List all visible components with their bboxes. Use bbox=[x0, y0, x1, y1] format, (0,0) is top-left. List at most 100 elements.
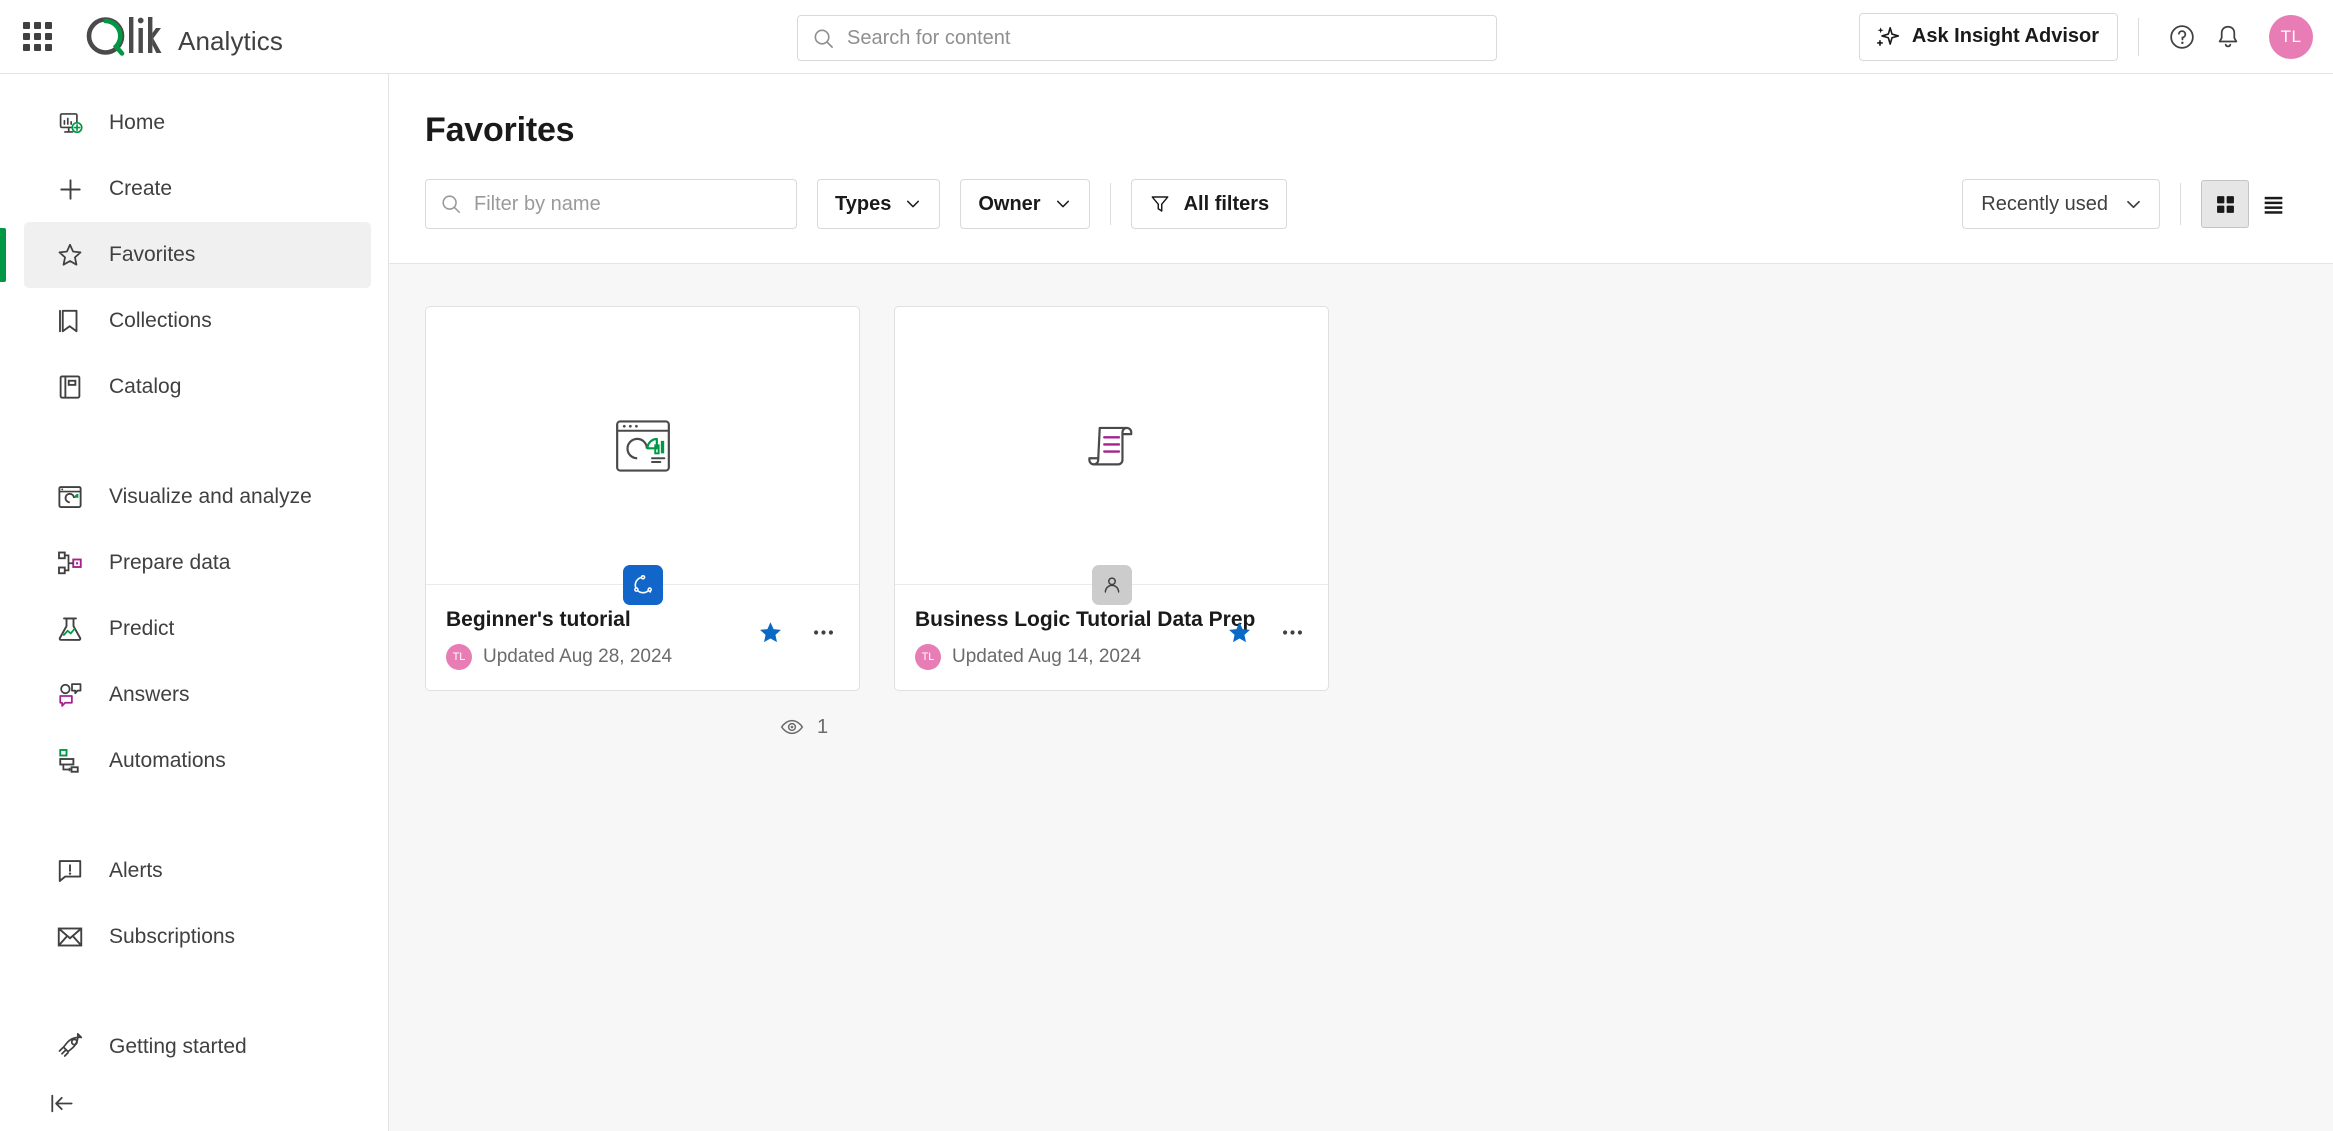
content-card[interactable]: Business Logic Tutorial Data Prep TL Upd… bbox=[894, 306, 1329, 692]
sidebar-item-label: Automations bbox=[109, 749, 226, 772]
card-actions bbox=[1226, 607, 1306, 646]
app-grid-icon[interactable] bbox=[14, 14, 60, 60]
sidebar-item-alerts[interactable]: Alerts bbox=[24, 838, 371, 904]
view-mode-toggle bbox=[2201, 180, 2297, 228]
sidebar-item-visualize-and-analyze[interactable]: Visualize and analyze bbox=[24, 464, 371, 530]
sidebar-nav-tools: Visualize and analyze Prepare data Predi… bbox=[0, 464, 388, 794]
sidebar-item-label: Create bbox=[109, 177, 173, 200]
page-title: Favorites bbox=[425, 111, 575, 149]
sidebar-item-label: Catalog bbox=[109, 375, 182, 398]
types-filter-button[interactable]: Types bbox=[817, 179, 941, 229]
sidebar-item-automations[interactable]: Automations bbox=[24, 728, 371, 794]
filter-by-name-box[interactable] bbox=[425, 179, 797, 229]
more-ellipsis-icon[interactable] bbox=[1279, 619, 1306, 646]
sort-dropdown-label: Recently used bbox=[1981, 192, 2108, 215]
qlik-app-badge-icon bbox=[622, 565, 663, 605]
ask-insight-advisor-label: Ask Insight Advisor bbox=[1911, 25, 2099, 47]
help-circle-icon[interactable] bbox=[2159, 14, 2205, 60]
page-body: Home Create Favorites Collections Catalo… bbox=[0, 74, 2333, 1131]
chart-window-icon bbox=[58, 486, 82, 508]
sidebar-item-label: Getting started bbox=[109, 1035, 247, 1058]
sidebar-item-label: Prepare data bbox=[109, 551, 231, 574]
list-view-icon[interactable] bbox=[2249, 180, 2297, 228]
user-avatar-initials: TL bbox=[2280, 26, 2302, 46]
view-count-indicator: 1 bbox=[780, 715, 2297, 739]
star-filled-icon[interactable] bbox=[1226, 619, 1253, 646]
sidebar-item-create[interactable]: Create bbox=[24, 156, 371, 222]
content-toolbar: Types Owner bbox=[389, 150, 2333, 263]
sidebar-item-label: Alerts bbox=[109, 859, 163, 882]
bookmark-icon bbox=[59, 309, 78, 333]
sidebar-item-label: Visualize and analyze bbox=[109, 485, 312, 508]
toolbar-divider bbox=[1109, 183, 1111, 225]
alert-bubble-icon bbox=[58, 860, 82, 882]
data-nodes-icon bbox=[58, 551, 82, 575]
person-badge-icon bbox=[1091, 565, 1132, 605]
owner-filter-button[interactable]: Owner bbox=[960, 179, 1090, 229]
global-search-input[interactable] bbox=[847, 26, 1482, 50]
catalog-book-icon bbox=[59, 375, 81, 399]
home-dashboard-icon bbox=[55, 108, 85, 138]
content-card[interactable]: Beginner's tutorial TL Updated Aug 28, 2… bbox=[425, 306, 860, 692]
sidebar-nav-help: Getting started bbox=[0, 1014, 388, 1080]
all-filters-button[interactable]: All filters bbox=[1130, 179, 1288, 229]
sidebar-footer bbox=[0, 1080, 388, 1131]
chevron-down-icon bbox=[907, 200, 920, 208]
content-area: Beginner's tutorial TL Updated Aug 28, 2… bbox=[389, 264, 2333, 1131]
toolbar-right-group: Recently used bbox=[1962, 179, 2297, 229]
sidebar-item-label: Subscriptions bbox=[109, 925, 236, 948]
card-updated-date: Updated Aug 28, 2024 bbox=[483, 646, 673, 668]
script-scroll-icon bbox=[1087, 426, 1132, 465]
sidebar-item-getting-started[interactable]: Getting started bbox=[24, 1014, 371, 1080]
owner-filter-label: Owner bbox=[978, 192, 1041, 215]
card-text-block: Business Logic Tutorial Data Prep TL Upd… bbox=[915, 607, 1255, 671]
types-filter-label: Types bbox=[835, 192, 892, 215]
sidebar-item-prepare-data[interactable]: Prepare data bbox=[24, 530, 371, 596]
global-search-box[interactable] bbox=[797, 15, 1497, 61]
main-header: Favorites Types bbox=[389, 74, 2333, 264]
qlik-logo-icon bbox=[86, 16, 162, 56]
card-owner-initials: TL bbox=[921, 651, 935, 664]
card-footer: Business Logic Tutorial Data Prep TL Upd… bbox=[895, 565, 1328, 690]
sidebar-item-predict[interactable]: Predict bbox=[24, 596, 371, 662]
global-search bbox=[797, 15, 1497, 61]
sidebar-item-catalog[interactable]: Catalog bbox=[24, 354, 371, 420]
bell-icon[interactable] bbox=[2205, 14, 2251, 60]
sidebar-item-answers[interactable]: Answers bbox=[24, 662, 371, 728]
star-filled-icon[interactable] bbox=[757, 619, 784, 646]
card-owner-avatar: TL bbox=[446, 644, 472, 671]
sidebar-nav-primary: Home Create Favorites Collections Catalo… bbox=[0, 90, 388, 420]
sort-dropdown[interactable]: Recently used bbox=[1962, 179, 2160, 229]
sidebar-item-favorites[interactable]: Favorites bbox=[0, 222, 371, 288]
favorites-card-grid: Beginner's tutorial TL Updated Aug 28, 2… bbox=[425, 306, 2297, 692]
collapse-panel-icon[interactable] bbox=[38, 1080, 84, 1126]
product-title: Analytics bbox=[178, 25, 283, 56]
sidebar-item-subscriptions[interactable]: Subscriptions bbox=[24, 904, 371, 970]
card-meta: TL Updated Aug 28, 2024 bbox=[446, 644, 743, 671]
funnel-icon bbox=[1151, 196, 1169, 212]
card-actions bbox=[757, 607, 837, 646]
card-updated-date: Updated Aug 14, 2024 bbox=[952, 646, 1142, 668]
card-owner-initials: TL bbox=[452, 651, 466, 664]
chevron-down-icon bbox=[2127, 200, 2140, 208]
sidebar-item-label: Collections bbox=[109, 309, 212, 332]
brand-logo[interactable]: Analytics bbox=[84, 14, 283, 60]
sidebar-item-home[interactable]: Home bbox=[24, 90, 371, 156]
ask-insight-advisor-button[interactable]: Ask Insight Advisor bbox=[1858, 12, 2118, 61]
card-meta: TL Updated Aug 14, 2024 bbox=[915, 644, 1212, 671]
card-thumbnail bbox=[426, 307, 859, 584]
sidebar-item-label: Home bbox=[109, 111, 166, 134]
chat-answers-icon bbox=[59, 683, 82, 707]
sidebar-item-collections[interactable]: Collections bbox=[24, 288, 371, 354]
left-sidebar: Home Create Favorites Collections Catalo… bbox=[0, 74, 389, 1131]
grid-view-icon[interactable] bbox=[2201, 180, 2249, 228]
sidebar-item-label: Favorites bbox=[109, 243, 196, 266]
card-text-block: Beginner's tutorial TL Updated Aug 28, 2… bbox=[446, 607, 743, 671]
search-icon bbox=[814, 29, 833, 48]
sidebar-nav-notifications: Alerts Subscriptions bbox=[0, 838, 388, 970]
search-icon bbox=[442, 195, 461, 214]
user-avatar[interactable]: TL bbox=[2269, 14, 2313, 59]
toolbar-divider bbox=[2180, 183, 2181, 225]
more-ellipsis-icon[interactable] bbox=[810, 619, 837, 646]
filter-by-name-input[interactable] bbox=[474, 192, 782, 216]
